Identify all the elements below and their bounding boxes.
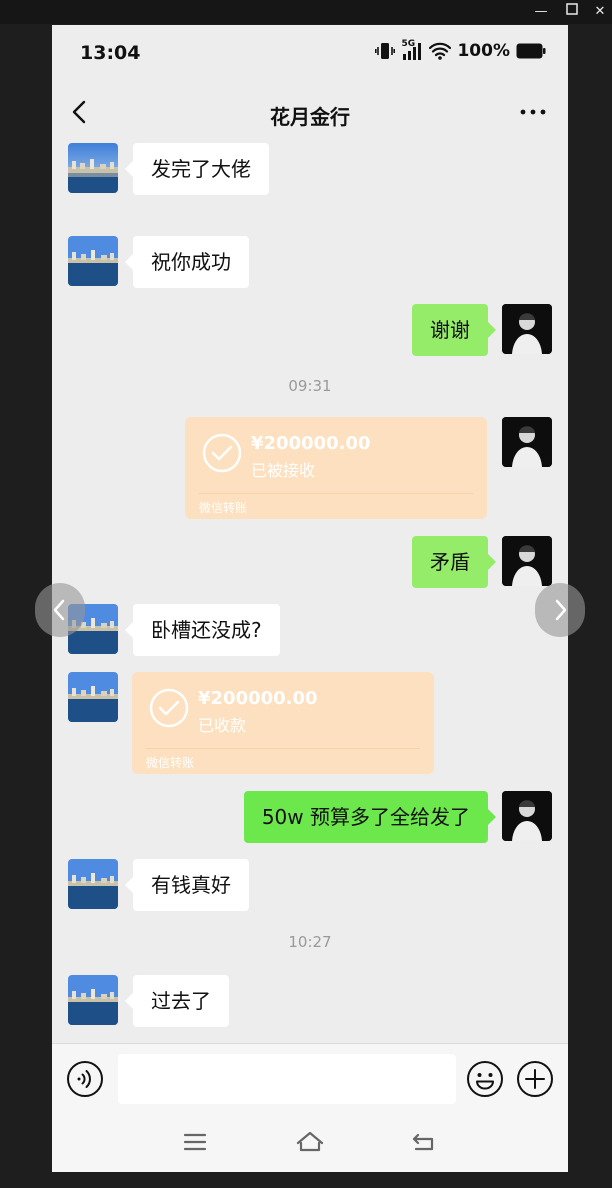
message-sent[interactable]: 50w 预算多了全给发了 [243, 791, 497, 843]
emoji-icon[interactable] [466, 1060, 504, 1098]
message-input[interactable] [118, 1054, 456, 1104]
minimize-icon[interactable]: — [531, 2, 551, 22]
status-bar: 13:04 5G 100% [52, 25, 568, 81]
vibrate-icon [375, 43, 396, 59]
contact-avatar[interactable] [68, 236, 118, 286]
my-avatar[interactable] [502, 536, 552, 586]
transfer-label: 微信转账 [146, 756, 195, 770]
check-circle-icon [202, 433, 242, 473]
previous-image-button[interactable] [35, 583, 85, 637]
message-sent[interactable]: 矛盾 [412, 536, 496, 588]
my-avatar[interactable] [502, 791, 552, 841]
contact-avatar[interactable] [68, 672, 118, 722]
transfer-amount: ¥200000.00 [251, 433, 371, 454]
timestamp: 09:31 [288, 377, 332, 395]
divider [199, 493, 473, 494]
contact-avatar[interactable] [68, 859, 118, 909]
menu-icon[interactable] [180, 1127, 210, 1157]
status-icons: 5G 100% [375, 39, 546, 61]
contact-avatar[interactable] [68, 143, 118, 193]
my-avatar[interactable] [502, 304, 552, 354]
divider [146, 748, 420, 749]
phone-screen: 13:04 5G 100% 花月金行 发完了大佬 祝你成功 谢谢 09:31 ¥… [52, 25, 568, 1172]
chat-header: 花月金行 [52, 85, 568, 143]
timestamp: 10:27 [288, 933, 332, 951]
transfer-amount: ¥200000.00 [198, 688, 318, 709]
chat-title: 花月金行 [270, 105, 350, 129]
battery-icon [516, 43, 546, 59]
message-sent[interactable]: 谢谢 [412, 304, 496, 356]
wifi-icon [429, 42, 452, 60]
next-image-button[interactable] [535, 583, 585, 637]
maximize-icon[interactable] [562, 2, 582, 22]
return-icon[interactable] [410, 1127, 440, 1157]
voice-icon[interactable] [66, 1060, 104, 1098]
transfer-status: 已收款 [198, 716, 247, 735]
message-received[interactable]: 有钱真好 [125, 859, 249, 911]
my-avatar[interactable] [502, 417, 552, 467]
close-icon[interactable]: ✕ [590, 2, 610, 22]
plus-icon[interactable] [516, 1060, 554, 1098]
window-titlebar: — ✕ [0, 0, 612, 24]
contact-avatar[interactable] [68, 975, 118, 1025]
status-time: 13:04 [80, 42, 141, 64]
transfer-label: 微信转账 [199, 501, 248, 515]
battery-percent: 100% [457, 41, 510, 61]
message-received[interactable]: 卧槽还没成? [125, 604, 280, 656]
more-icon[interactable] [518, 97, 548, 127]
transfer-status: 已被接收 [251, 461, 316, 480]
message-received[interactable]: 过去了 [125, 975, 229, 1027]
transfer-card[interactable]: ¥200000.00 已收款 微信转账 [132, 672, 434, 774]
signal-icon: 5G [401, 39, 423, 60]
message-received[interactable]: 发完了大佬 [125, 143, 269, 195]
home-icon[interactable] [295, 1127, 325, 1157]
message-list[interactable]: 发完了大佬 祝你成功 谢谢 09:31 ¥200000.00 已被接收 微信转账… [52, 143, 568, 1043]
transfer-card[interactable]: ¥200000.00 已被接收 微信转账 [185, 417, 487, 519]
check-circle-icon [149, 688, 189, 728]
input-bar [52, 1043, 568, 1116]
message-received[interactable]: 祝你成功 [125, 236, 249, 288]
system-navigation-bar [52, 1115, 568, 1172]
